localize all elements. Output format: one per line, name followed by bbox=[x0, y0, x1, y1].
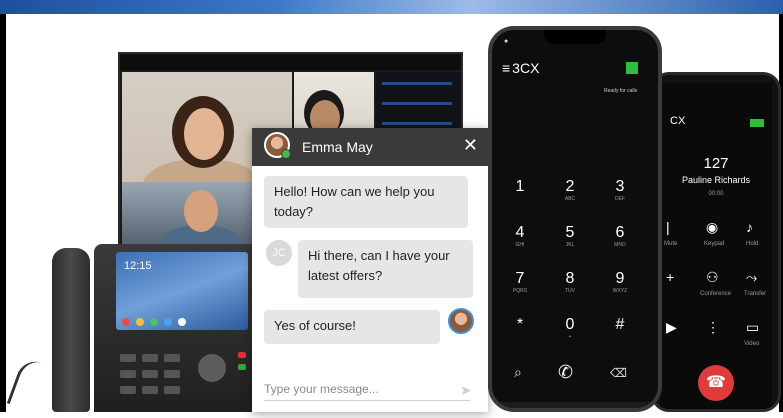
desk-ip-phone: 12:15 bbox=[6, 242, 266, 418]
close-icon[interactable]: ✕ bbox=[463, 135, 478, 156]
control-label: Conference bbox=[700, 291, 732, 297]
panel-row bbox=[382, 102, 452, 105]
keypad-icon[interactable]: ⋮ bbox=[706, 319, 720, 336]
dial-key-3[interactable]: 3 DEF bbox=[600, 178, 640, 202]
control-label: Hold bbox=[746, 241, 759, 247]
call-timer: 00:00 bbox=[708, 191, 724, 197]
dial-key-5[interactable]: 5 JKL bbox=[550, 224, 590, 248]
dial-key-0[interactable]: 0 + bbox=[550, 316, 590, 340]
status-indicator bbox=[750, 119, 764, 127]
phone-key[interactable] bbox=[120, 386, 136, 394]
phone-key[interactable] bbox=[164, 386, 180, 394]
dial-key-star[interactable]: * bbox=[500, 316, 540, 334]
menu-icon[interactable]: ≡ bbox=[502, 60, 510, 76]
search-icon[interactable]: ⌕ bbox=[514, 364, 522, 381]
dial-key-9[interactable]: 9 WXYZ bbox=[600, 270, 640, 294]
dial-key-hash[interactable]: # bbox=[600, 316, 640, 334]
phone-key[interactable] bbox=[164, 354, 180, 362]
answer-key[interactable] bbox=[238, 364, 246, 370]
transfer-icon[interactable]: ⤳ bbox=[746, 269, 757, 286]
phone-key[interactable] bbox=[142, 370, 158, 378]
display-dock bbox=[122, 318, 242, 326]
agent-name: Emma May bbox=[302, 139, 373, 155]
hangup-button[interactable]: ☎ bbox=[698, 365, 734, 401]
chat-message-customer: Hi there, can I have your latest offers? bbox=[298, 240, 473, 298]
panel-row bbox=[382, 82, 452, 85]
dial-key-7[interactable]: 7 PQRS bbox=[500, 270, 540, 294]
chat-message-agent: Hello! How can we help you today? bbox=[264, 176, 468, 228]
phone-key[interactable] bbox=[120, 354, 136, 362]
phone-display[interactable]: 12:15 bbox=[116, 252, 248, 330]
control-label: Transfer bbox=[744, 291, 767, 297]
handset[interactable] bbox=[52, 248, 90, 412]
add-call-icon[interactable]: + bbox=[666, 269, 674, 285]
phone-key[interactable] bbox=[142, 354, 158, 362]
mute-icon[interactable]: | bbox=[666, 219, 670, 235]
left-edge bbox=[0, 14, 6, 412]
online-status-dot bbox=[281, 149, 291, 159]
status-indicator[interactable] bbox=[626, 62, 638, 74]
softphone-dialer: ● ≡ 3CX Ready for calls 1 2 ABC 3 DEF 4 GHI … bbox=[488, 26, 662, 412]
phone-key[interactable] bbox=[120, 370, 136, 378]
panel-row bbox=[382, 122, 452, 125]
app-logo[interactable]: ≡ 3CX bbox=[502, 60, 539, 76]
app-logo: CX bbox=[670, 115, 686, 127]
send-icon[interactable]: ➤ bbox=[460, 382, 472, 399]
control-label: Video bbox=[744, 341, 760, 347]
agent-avatar bbox=[264, 132, 291, 159]
backspace-icon[interactable]: ⌫ bbox=[610, 366, 627, 380]
phone-notch bbox=[544, 30, 606, 44]
navigation-pad[interactable] bbox=[198, 354, 226, 382]
display-clock: 12:15 bbox=[124, 260, 152, 272]
phone-screen: CX 127 Pauline Richards 00:00 | ◉ ♪ Mute… bbox=[660, 83, 772, 409]
dial-key-8[interactable]: 8 TUV bbox=[550, 270, 590, 294]
customer-avatar: JC bbox=[266, 240, 292, 266]
caller-name: Pauline Richards bbox=[681, 175, 751, 185]
participant-face bbox=[184, 108, 224, 160]
control-label: Mute bbox=[664, 241, 678, 247]
chat-message-agent: Yes of course! bbox=[264, 310, 440, 344]
chat-window: Emma May ✕ Hello! How can we help you to… bbox=[252, 128, 488, 412]
softphone-call-screen: CX 127 Pauline Richards 00:00 | ◉ ♪ Mute… bbox=[651, 72, 781, 412]
end-key[interactable] bbox=[238, 352, 246, 358]
video-icon[interactable]: ▶ bbox=[666, 319, 677, 336]
camera-icon[interactable]: ▭ bbox=[746, 319, 759, 336]
status-text: Ready for calls bbox=[604, 88, 638, 94]
conference-icon[interactable]: ⚇ bbox=[706, 269, 719, 286]
record-icon[interactable]: ◉ bbox=[706, 219, 718, 236]
dial-key-4[interactable]: 4 GHI bbox=[500, 224, 540, 248]
dial-key-1[interactable]: 1 bbox=[500, 178, 540, 196]
mic-icon[interactable]: ♪ bbox=[746, 219, 753, 235]
video-toolbar bbox=[120, 54, 461, 70]
app-name: 3CX bbox=[512, 60, 540, 76]
call-icon[interactable]: ✆ bbox=[558, 362, 573, 383]
agent-reply-avatar bbox=[448, 308, 474, 334]
bottom-nav-bar bbox=[492, 402, 658, 408]
chat-header: Emma May ✕ bbox=[252, 128, 488, 166]
phone-key[interactable] bbox=[142, 386, 158, 394]
dial-key-6[interactable]: 6 MNO bbox=[600, 224, 640, 248]
participant-face bbox=[184, 190, 218, 232]
control-label: Keypad bbox=[704, 241, 725, 247]
top-banner-strip bbox=[0, 0, 783, 14]
dial-key-2[interactable]: 2 ABC bbox=[550, 178, 590, 202]
chat-message-input[interactable] bbox=[264, 378, 470, 401]
phone-key[interactable] bbox=[164, 370, 180, 378]
call-extension: 127 bbox=[703, 155, 729, 172]
status-bar: ● bbox=[504, 38, 509, 45]
